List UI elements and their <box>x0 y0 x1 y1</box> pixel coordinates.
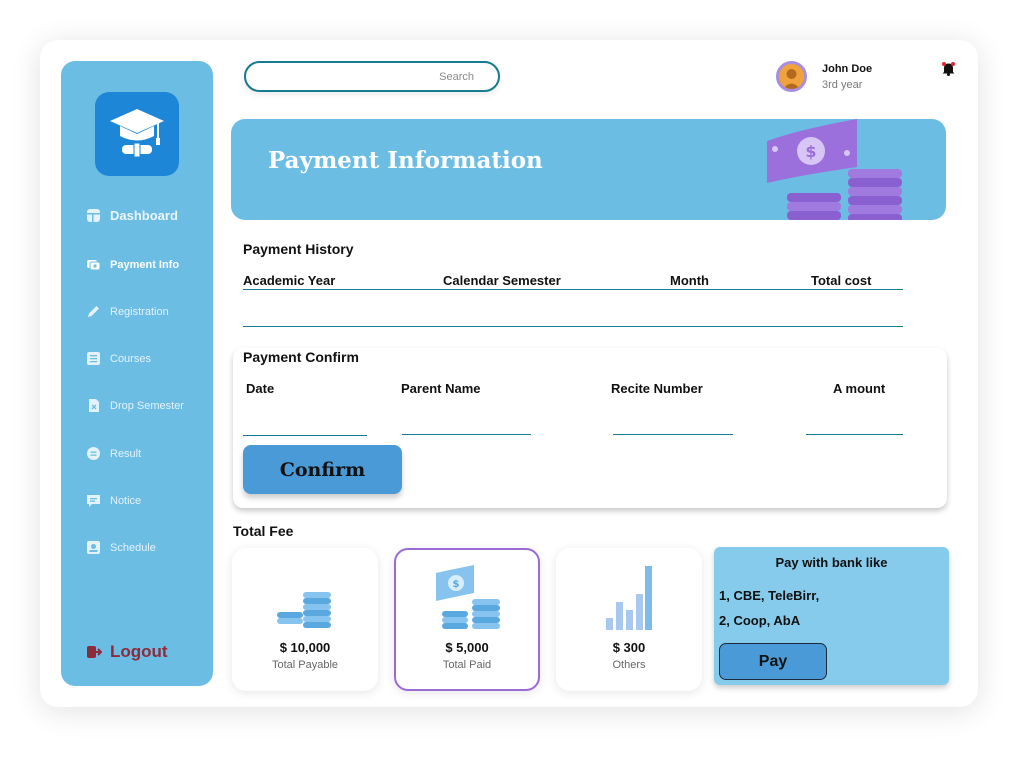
logout-label: Logout <box>110 642 168 661</box>
parent-name-field[interactable] <box>402 434 531 435</box>
payment-confirm-title: Payment Confirm <box>243 349 359 365</box>
sidebar-item-label: Drop Semester <box>110 399 184 412</box>
sidebar-item-registration[interactable]: Registration <box>86 304 169 319</box>
confirm-button[interactable]: Confirm <box>243 445 402 494</box>
column-header-total-cost: Total cost <box>811 273 872 288</box>
recite-number-field[interactable] <box>613 434 733 435</box>
pay-button[interactable]: Pay <box>719 643 827 680</box>
sidebar-item-drop-semester[interactable]: Drop Semester <box>86 398 184 413</box>
recite-number-label: Recite Number <box>611 381 703 396</box>
date-label: Date <box>246 381 275 396</box>
sidebar-item-courses[interactable]: Courses <box>86 351 151 366</box>
table-row <box>243 326 903 327</box>
sidebar-item-label: Result <box>110 447 142 460</box>
bank-title: Pay with bank like <box>775 555 888 570</box>
column-header-month: Month <box>670 273 709 288</box>
schedule-icon <box>87 541 100 554</box>
fee-label: Others <box>612 659 646 671</box>
notification-bell-icon[interactable] <box>941 61 956 81</box>
school-logo <box>95 92 179 176</box>
svg-text:$: $ <box>453 579 460 590</box>
dashboard-icon <box>87 209 100 222</box>
money-coins-icon: $ <box>436 565 500 629</box>
user-portrait-icon <box>783 69 800 89</box>
payment-icon <box>87 260 101 271</box>
parent-name-label: Parent Name <box>401 381 481 396</box>
logout-icon <box>87 646 102 658</box>
bank-line-1: 1, CBE, TeleBirr, <box>719 588 820 603</box>
fee-amount: $ 300 <box>612 640 646 655</box>
bar-chart-icon <box>606 566 652 630</box>
fee-amount: $ 10,000 <box>279 640 331 655</box>
table-header-divider <box>243 289 903 290</box>
page-banner: Payment Information $ <box>231 119 946 220</box>
svg-text:$: $ <box>805 142 816 161</box>
search-placeholder: Search <box>439 71 474 83</box>
sidebar-item-label: Payment Info <box>110 258 180 271</box>
graduation-cap-icon <box>110 109 164 158</box>
coin-stacks-icon <box>277 592 331 628</box>
fee-label: Total Payable <box>271 659 339 671</box>
amount-label: A mount <box>833 381 886 396</box>
bank-payment-card: Pay with bank like 1, CBE, TeleBirr, 2, … <box>714 547 949 685</box>
avatar[interactable] <box>776 61 807 92</box>
sidebar-item-dashboard[interactable]: Dashboard <box>86 208 178 223</box>
column-header-academic-year: Academic Year <box>243 273 336 288</box>
user-name: John Doe <box>822 63 873 75</box>
bank-line-2: 2, Coop, AbA <box>719 613 801 628</box>
payment-history-title: Payment History <box>243 241 354 257</box>
sidebar-item-label: Notice <box>110 494 142 507</box>
logout-button[interactable]: Logout <box>86 642 168 662</box>
notice-icon <box>87 495 100 507</box>
fee-amount: $ 5,000 <box>445 640 489 655</box>
sidebar-item-payment-info[interactable]: Payment Info <box>86 257 179 272</box>
sidebar-item-schedule[interactable]: Schedule <box>86 540 156 555</box>
sidebar-item-notice[interactable]: Notice <box>86 493 141 508</box>
others-card[interactable]: $ 300 Others <box>556 548 702 691</box>
sidebar-item-label: Schedule <box>110 541 156 554</box>
sidebar-item-label: Dashboard <box>110 208 178 223</box>
total-paid-card[interactable]: $ $ 5,000 Total Paid <box>394 548 540 691</box>
sidebar-item-result[interactable]: Result <box>86 446 141 461</box>
total-payable-card[interactable]: $ 10,000 Total Payable <box>232 548 378 691</box>
result-icon <box>87 447 100 460</box>
drop-file-icon <box>89 399 99 412</box>
user-year: 3rd year <box>822 79 863 91</box>
sidebar-item-label: Registration <box>110 305 169 318</box>
page-title: Payment Information <box>268 147 543 174</box>
money-coins-illustration: $ <box>767 119 902 220</box>
column-header-calendar-semester: Calendar Semester <box>443 273 561 288</box>
fee-label: Total Paid <box>442 659 492 671</box>
date-field[interactable] <box>243 435 367 436</box>
sidebar-item-label: Courses <box>110 352 151 365</box>
total-fee-title: Total Fee <box>233 523 294 539</box>
courses-icon <box>87 352 100 365</box>
pencil-icon <box>88 306 99 317</box>
search-input[interactable]: Search <box>244 61 500 92</box>
amount-field[interactable] <box>806 434 903 435</box>
